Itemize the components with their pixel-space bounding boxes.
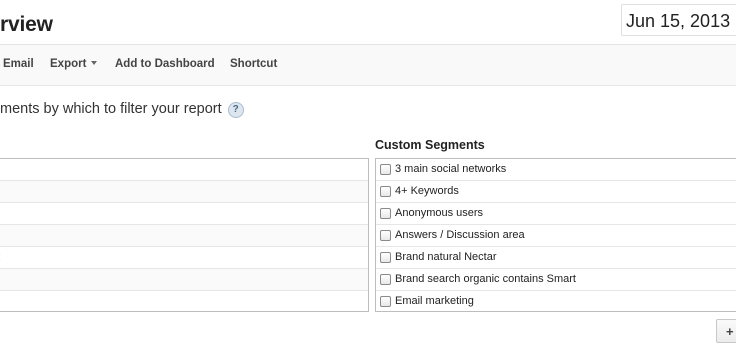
date-range-selector[interactable]: Jun 15, 2013: [621, 4, 736, 36]
segment-checkbox[interactable]: [380, 164, 391, 175]
instructions-text: ments by which to filter your report: [0, 101, 222, 117]
help-icon[interactable]: ?: [227, 102, 244, 118]
segment-checkbox[interactable]: [380, 274, 391, 285]
segment-label: 3 main social networks: [395, 163, 507, 175]
chevron-down-icon: [91, 60, 98, 65]
segment-item[interactable]: 3 main social networks: [376, 159, 736, 181]
segment-checkbox[interactable]: [380, 186, 391, 197]
segment-item[interactable]: Brand natural Nectar: [376, 247, 736, 269]
custom-segments-header: Custom Segments: [375, 138, 485, 152]
list-item[interactable]: [0, 159, 368, 181]
segment-item[interactable]: Brand search organic contains Smart: [376, 269, 736, 291]
export-label: Export: [50, 58, 87, 70]
segment-item[interactable]: Answers / Discussion area: [376, 225, 736, 247]
segment-item[interactable]: Email marketing: [376, 291, 736, 311]
report-toolbar: Email Export Add to Dashboard Shortcut: [0, 45, 736, 85]
segment-item[interactable]: 4+ Keywords: [376, 181, 736, 203]
segment-label: 4+ Keywords: [395, 185, 459, 197]
list-item[interactable]: [0, 269, 368, 291]
segment-instructions: ments by which to filter your report?: [0, 101, 244, 118]
segment-label: Brand natural Nectar: [395, 251, 497, 263]
segment-checkbox[interactable]: [380, 296, 391, 307]
add-segment-button[interactable]: +: [716, 319, 736, 343]
segment-checkbox[interactable]: [380, 208, 391, 219]
custom-segments-list: 3 main social networks 4+ Keywords Anony…: [375, 158, 736, 312]
list-item[interactable]: [0, 181, 368, 203]
segment-label: Email marketing: [395, 295, 474, 307]
list-item[interactable]: :: [0, 247, 368, 269]
segment-label: Brand search organic contains Smart: [395, 273, 576, 285]
segment-item[interactable]: Anonymous users: [376, 203, 736, 225]
segment-label: Answers / Discussion area: [395, 229, 525, 241]
default-segments-list: :: [0, 158, 369, 312]
toolbar-divider: [0, 85, 736, 86]
shortcut-button[interactable]: Shortcut: [230, 58, 277, 70]
date-range-text: Jun 15, 2013: [626, 11, 731, 31]
list-item[interactable]: [0, 291, 368, 311]
list-item[interactable]: [0, 225, 368, 247]
row-label: :: [0, 251, 1, 263]
plus-icon: +: [726, 324, 734, 339]
segment-label: Anonymous users: [395, 207, 484, 219]
email-button[interactable]: Email: [3, 58, 34, 70]
list-item[interactable]: [0, 203, 368, 225]
segment-checkbox[interactable]: [380, 252, 391, 263]
add-to-dashboard-button[interactable]: Add to Dashboard: [115, 58, 215, 70]
page-title: rview: [0, 13, 53, 36]
segment-checkbox[interactable]: [380, 230, 391, 241]
export-button[interactable]: Export: [50, 58, 98, 70]
